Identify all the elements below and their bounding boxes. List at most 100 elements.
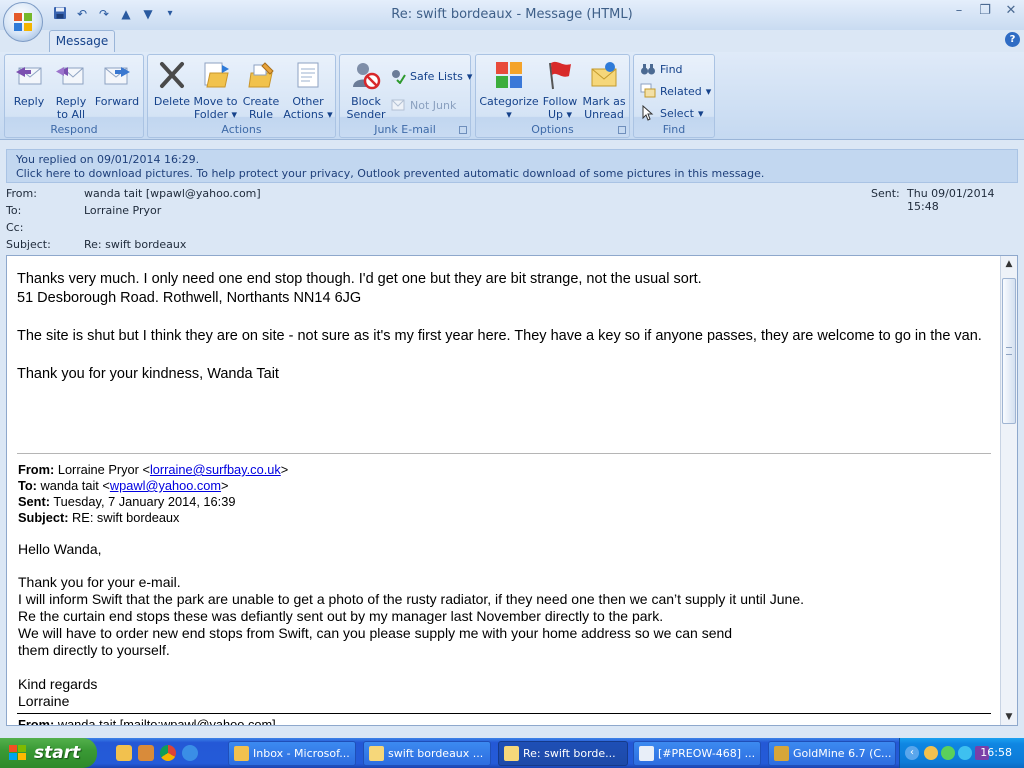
quoted-from-email-link[interactable]: lorraine@surfbay.co.uk <box>150 462 281 477</box>
quoted-message: From: Lorraine Pryor <lorraine@surfbay.c… <box>18 462 988 710</box>
move-to-folder-icon <box>204 62 229 88</box>
scroll-down-arrow-icon[interactable]: ▼ <box>1001 709 1017 725</box>
chevron-down-icon: ▾ <box>506 108 512 121</box>
close-button[interactable]: ✕ <box>1004 4 1018 18</box>
scroll-up-arrow-icon[interactable]: ▲ <box>1001 256 1017 272</box>
envelope-icon <box>369 746 384 761</box>
reply-all-button[interactable]: Reply to All <box>51 59 91 121</box>
create-rule-label-2: Rule <box>249 108 273 121</box>
chevron-down-icon: ▾ <box>697 106 704 120</box>
task-goldmine[interactable]: GoldMine 6.7 (C... <box>768 741 896 766</box>
ribbon-tabs: Message ? <box>0 30 1024 52</box>
follow-up-label-1: Follow <box>542 95 578 108</box>
quoted-signature: Lorraine <box>18 693 70 709</box>
to-value[interactable]: Lorraine Pryor <box>84 204 161 217</box>
jira-icon <box>639 746 654 761</box>
quoted-from: From: Lorraine Pryor <lorraine@surfbay.c… <box>18 462 289 477</box>
body-scrollbar[interactable]: ▲ ▼ <box>1000 256 1017 725</box>
group-respond: Reply Reply to All Forward Respond <box>4 54 144 138</box>
quick-launch <box>116 745 198 761</box>
safe-lists-button[interactable]: Safe Lists ▾ <box>390 67 472 85</box>
group-junk-email: Block Sender Safe Lists ▾ Not Junk Junk E… <box>339 54 472 138</box>
tab-message[interactable]: Message <box>49 30 115 52</box>
quoted-line: Re the curtain end stops these was defia… <box>18 608 664 624</box>
task-inbox[interactable]: Inbox - Microsof... <box>228 741 356 766</box>
quoted-line: I will inform Swift that the park are un… <box>18 591 805 607</box>
mark-as-unread-button[interactable]: Mark as Unread <box>581 59 627 121</box>
forward-label: Forward <box>94 95 140 108</box>
delete-button[interactable]: Delete <box>153 59 191 108</box>
categorize-button[interactable]: Categorize ▾ <box>479 59 539 121</box>
quoted-sent: Sent: Tuesday, 7 January 2014, 16:39 <box>18 494 236 509</box>
scroll-grip-icon <box>1006 347 1012 355</box>
title-bar: ↶ ↷ ▲ ▼ ▾ Re: swift bordeaux - Message (… <box>0 0 1024 30</box>
not-junk-button[interactable]: Not Junk <box>390 96 456 114</box>
select-button[interactable]: Select ▾ <box>640 104 703 122</box>
start-label: start <box>34 743 81 763</box>
mark-unread-icon <box>591 62 617 87</box>
group-actions-label: Actions <box>221 123 262 136</box>
from-value[interactable]: wanda tait [wpawl@yahoo.com] <box>84 187 261 200</box>
info-bar[interactable]: You replied on 09/01/2014 16:29. Click h… <box>6 149 1018 183</box>
quoted-to-email-link[interactable]: wpawl@yahoo.com <box>110 478 221 493</box>
create-rule-icon <box>248 62 274 88</box>
block-sender-label-2: Sender <box>346 108 386 121</box>
task-swift-bordeaux[interactable]: swift bordeaux ... <box>363 741 491 766</box>
sent-label: Sent: <box>871 187 900 200</box>
window-controls: – ❐ ✕ <box>952 4 1018 18</box>
start-button[interactable]: start <box>0 738 97 768</box>
task-preow-468[interactable]: [#PREOW-468] ... <box>633 741 761 766</box>
binoculars-icon <box>641 64 655 75</box>
skype-tray-icon[interactable] <box>958 746 972 760</box>
chrome-icon[interactable] <box>160 745 176 761</box>
office-button[interactable] <box>3 2 43 42</box>
outlook-tray-icon[interactable] <box>924 746 938 760</box>
reply-icon <box>16 67 42 85</box>
safe-lists-label: Safe Lists <box>410 69 463 83</box>
minimize-button[interactable]: – <box>952 4 966 18</box>
find-button[interactable]: Find <box>640 60 683 78</box>
outlook-icon <box>234 746 249 761</box>
follow-up-button[interactable]: Follow Up ▾ <box>539 59 581 121</box>
app-icon[interactable] <box>138 745 154 761</box>
info-bar-download-pictures[interactable]: Click here to download pictures. To help… <box>16 167 1008 181</box>
find-label: Find <box>660 62 683 76</box>
clock: 16:58 <box>980 746 1012 759</box>
quoted-line: We will have to order new end stops from… <box>18 625 733 641</box>
flag-icon <box>549 61 571 90</box>
chevron-down-icon: ▾ <box>705 84 712 98</box>
scroll-thumb[interactable] <box>1002 278 1016 424</box>
quoted-subject: Subject: RE: swift bordeaux <box>18 510 180 525</box>
forward-button[interactable]: Forward <box>93 59 141 108</box>
related-button[interactable]: Related ▾ <box>640 82 711 100</box>
reply-button[interactable]: Reply <box>9 59 49 108</box>
block-sender-button[interactable]: Block Sender <box>344 59 388 121</box>
quoted-divider <box>17 713 991 714</box>
quoted-line: Thank you for your e-mail. <box>18 574 181 590</box>
move-to-folder-button[interactable]: Move to Folder ▾ <box>193 59 238 121</box>
mark-as-unread-label-1: Mark as <box>582 95 626 108</box>
restore-button[interactable]: ❐ <box>978 4 992 18</box>
related-label: Related <box>660 84 702 98</box>
create-rule-button[interactable]: Create Rule <box>241 59 281 121</box>
group-actions: Delete Move to Folder ▾ Create Rule Othe… <box>147 54 336 138</box>
internet-explorer-icon[interactable] <box>182 745 198 761</box>
chevron-down-icon: ▾ <box>227 108 238 121</box>
tray-expand-icon[interactable]: ‹ <box>905 746 919 760</box>
chevron-down-icon: ▾ <box>323 108 333 121</box>
task-re-swift-bordeaux[interactable]: Re: swift borde... <box>498 741 628 766</box>
reply-divider <box>17 453 991 454</box>
follow-up-label-2: Up <box>547 108 563 121</box>
not-junk-icon <box>391 99 405 111</box>
envelope-icon <box>504 746 519 761</box>
not-junk-label: Not Junk <box>410 98 457 112</box>
network-tray-icon[interactable] <box>941 746 955 760</box>
help-icon[interactable]: ? <box>1005 32 1020 47</box>
categorize-icon <box>496 62 522 88</box>
body-line: Thank you for your kindness, Wanda Tait <box>17 366 279 382</box>
message-body[interactable]: Thanks very much. I only need one end st… <box>6 255 1018 726</box>
other-actions-button[interactable]: Other Actions ▾ <box>283 59 333 121</box>
outlook-icon[interactable] <box>116 745 132 761</box>
delete-label: Delete <box>153 95 191 108</box>
sent-value: Thu 09/01/2014 15:48 <box>907 187 995 213</box>
